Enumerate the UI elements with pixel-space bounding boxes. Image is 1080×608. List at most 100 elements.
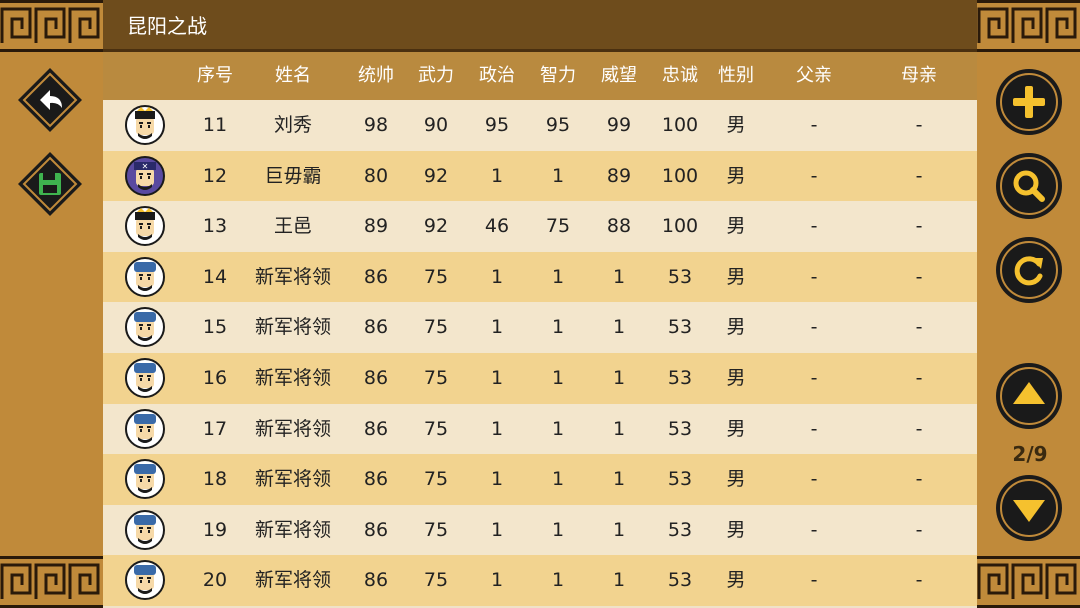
meander-border-top-left bbox=[0, 0, 103, 52]
table-row[interactable]: 19 新军将领 86 75 1 1 1 53 男 - - bbox=[103, 504, 977, 556]
officer-loyalty: 53 bbox=[667, 569, 693, 592]
officer-gender: 男 bbox=[726, 366, 746, 389]
table-row[interactable]: 18 新军将领 86 75 1 1 1 53 男 - - bbox=[103, 454, 977, 505]
officer-loyalty: 53 bbox=[667, 316, 693, 339]
officer-id: 16 bbox=[202, 366, 228, 389]
officer-father: - bbox=[810, 265, 818, 288]
officer-gender: 男 bbox=[726, 316, 746, 339]
officer-leadership: 98 bbox=[363, 114, 389, 136]
table-row[interactable]: 20 新军将领 86 75 1 1 1 53 男 - - bbox=[103, 555, 977, 606]
officer-intelligence: 1 bbox=[551, 417, 565, 440]
table-header: 序号 姓名 统帅 武力 政治 智力 威望 忠诚 性别 父亲 母亲 bbox=[103, 52, 977, 100]
officer-father: - bbox=[810, 468, 818, 491]
officer-politics: 1 bbox=[490, 518, 504, 541]
title-bar: 昆阳之战 bbox=[103, 0, 977, 52]
column-header-fame[interactable]: 威望 bbox=[601, 52, 637, 100]
officer-loyalty: 53 bbox=[667, 366, 693, 389]
officer-intelligence: 1 bbox=[551, 164, 565, 187]
officer-fame: 99 bbox=[606, 114, 632, 136]
table-row[interactable]: 17 新军将领 86 75 1 1 1 53 男 - - bbox=[103, 403, 977, 455]
magnifier-icon bbox=[996, 153, 1062, 219]
officer-fame: 1 bbox=[612, 265, 626, 288]
column-header-father[interactable]: 父亲 bbox=[796, 52, 832, 100]
table-row[interactable]: 14 新军将领 86 75 1 1 1 53 男 - - bbox=[103, 251, 977, 303]
officer-fame: 89 bbox=[606, 164, 632, 187]
officer-fame: 1 bbox=[612, 366, 626, 389]
officer-father: - bbox=[810, 316, 818, 339]
column-header-id[interactable]: 序号 bbox=[197, 52, 233, 100]
officer-name: 新军将领 bbox=[254, 518, 332, 541]
officer-gender: 男 bbox=[726, 468, 746, 491]
officer-mother: - bbox=[915, 569, 923, 592]
officer-mother: - bbox=[915, 215, 923, 238]
back-button[interactable] bbox=[18, 68, 82, 132]
officer-loyalty: 100 bbox=[661, 114, 699, 136]
officer-loyalty: 53 bbox=[667, 417, 693, 440]
back-arrow-icon bbox=[18, 68, 82, 132]
column-header-war[interactable]: 武力 bbox=[418, 52, 454, 100]
officer-portrait-icon: ✕ bbox=[125, 155, 165, 196]
table-row[interactable]: 13 王邑 89 92 46 75 88 100 男 - - bbox=[103, 201, 977, 252]
officer-politics: 1 bbox=[490, 468, 504, 491]
plus-icon bbox=[996, 69, 1062, 135]
search-button[interactable] bbox=[995, 152, 1063, 220]
officer-intelligence: 75 bbox=[545, 215, 571, 238]
officer-loyalty: 53 bbox=[667, 518, 693, 541]
table-row[interactable]: ✕ 12 巨毋霸 80 92 1 1 89 100 男 - - bbox=[103, 150, 977, 202]
officer-politics: 1 bbox=[490, 417, 504, 440]
officer-portrait-icon bbox=[125, 105, 165, 145]
table-row[interactable]: 15 新军将领 86 75 1 1 1 53 男 - - bbox=[103, 302, 977, 353]
officer-gender: 男 bbox=[726, 518, 746, 541]
add-button[interactable] bbox=[995, 68, 1063, 136]
officer-father: - bbox=[810, 114, 818, 136]
officer-intelligence: 1 bbox=[551, 569, 565, 592]
officer-loyalty: 53 bbox=[667, 468, 693, 491]
officer-id: 19 bbox=[202, 518, 228, 541]
table-row[interactable]: 11 刘秀 98 90 95 95 99 100 男 - - bbox=[103, 100, 977, 151]
column-header-politics[interactable]: 政治 bbox=[479, 52, 515, 100]
refresh-button[interactable] bbox=[995, 236, 1063, 304]
officer-fame: 1 bbox=[612, 569, 626, 592]
column-header-intelligence[interactable]: 智力 bbox=[540, 52, 576, 100]
officer-portrait-icon bbox=[125, 408, 165, 449]
officer-father: - bbox=[810, 215, 818, 238]
officer-intelligence: 1 bbox=[551, 366, 565, 389]
column-header-leadership[interactable]: 统帅 bbox=[358, 52, 394, 100]
table-row[interactable]: 16 新军将领 86 75 1 1 1 53 男 - - bbox=[103, 352, 977, 404]
officer-mother: - bbox=[915, 114, 923, 136]
svg-text:✕: ✕ bbox=[142, 162, 149, 171]
column-header-name[interactable]: 姓名 bbox=[275, 52, 311, 100]
officer-leadership: 86 bbox=[363, 366, 389, 389]
page-down-button[interactable] bbox=[995, 474, 1063, 542]
officer-name: 新军将领 bbox=[254, 366, 332, 389]
page-indicator: 2/9 bbox=[1012, 442, 1048, 466]
column-header-mother[interactable]: 母亲 bbox=[901, 52, 937, 100]
meander-border-bottom-right bbox=[977, 556, 1080, 608]
officer-name: 新军将领 bbox=[254, 468, 332, 491]
officer-father: - bbox=[810, 164, 818, 187]
officer-mother: - bbox=[915, 366, 923, 389]
column-header-loyalty[interactable]: 忠诚 bbox=[662, 52, 698, 100]
officer-gender: 男 bbox=[726, 265, 746, 288]
officer-portrait-icon bbox=[125, 307, 165, 348]
column-header-gender[interactable]: 性别 bbox=[718, 52, 754, 100]
officer-leadership: 86 bbox=[363, 316, 389, 339]
page-up-button[interactable] bbox=[995, 362, 1063, 430]
officer-id: 14 bbox=[202, 265, 228, 288]
page-title: 昆阳之战 bbox=[127, 14, 207, 38]
triangle-up-icon bbox=[996, 363, 1062, 429]
officer-politics: 1 bbox=[490, 316, 504, 339]
officer-name: 新军将领 bbox=[254, 265, 332, 288]
officer-father: - bbox=[810, 518, 818, 541]
triangle-down-icon bbox=[996, 475, 1062, 541]
save-button[interactable] bbox=[18, 152, 82, 216]
officer-fame: 1 bbox=[612, 417, 626, 440]
officer-intelligence: 95 bbox=[545, 114, 571, 136]
officer-name: 巨毋霸 bbox=[264, 164, 322, 187]
officer-mother: - bbox=[915, 316, 923, 339]
meander-border-top-right bbox=[977, 0, 1080, 52]
officer-intelligence: 1 bbox=[551, 265, 565, 288]
officer-mother: - bbox=[915, 518, 923, 541]
officer-war: 75 bbox=[423, 265, 449, 288]
officer-id: 12 bbox=[202, 164, 228, 187]
